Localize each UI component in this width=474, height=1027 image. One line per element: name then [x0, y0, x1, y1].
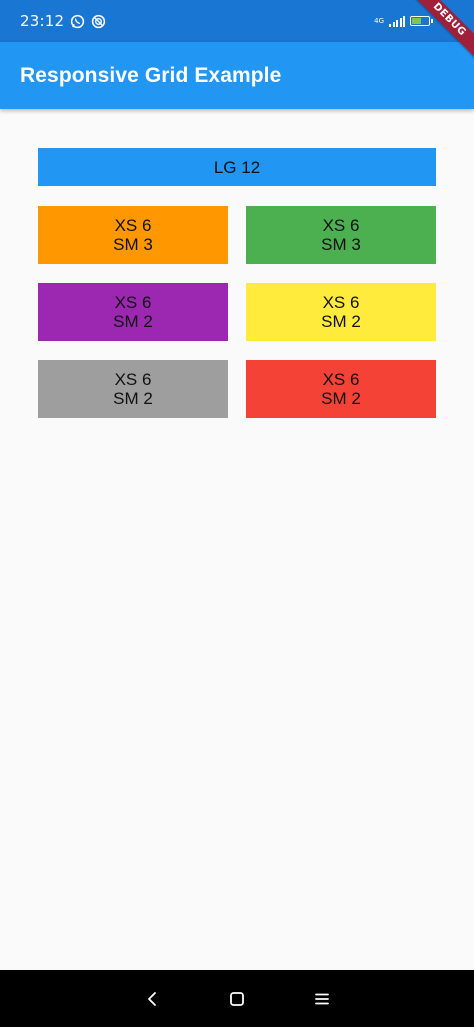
grid-cell-line1: XS 6 [114, 370, 152, 389]
network-type: 4G [374, 16, 384, 25]
page-title: Responsive Grid Example [20, 63, 282, 87]
grid-cell-lg12: LG 12 [38, 148, 436, 186]
grid-cell-line2: SM 2 [113, 312, 153, 331]
back-icon [148, 991, 157, 1006]
back-button[interactable] [140, 987, 164, 1011]
home-icon [230, 991, 244, 1006]
grid-cell-line2: SM 2 [321, 389, 361, 408]
grid-cell-line2: SM 2 [321, 312, 361, 331]
grid-cell: XS 6 SM 3 [246, 206, 436, 264]
grid-cell: XS 6 SM 2 [246, 360, 436, 418]
home-button[interactable] [225, 987, 249, 1011]
battery-level [412, 18, 421, 24]
grid-cell-label: LG 12 [213, 157, 261, 177]
menu-icon [314, 993, 329, 1004]
navigation-bar [0, 970, 474, 1027]
grid-cell-line2: SM 2 [113, 389, 153, 408]
signal-icon [389, 15, 405, 27]
whatsapp-icon [71, 14, 85, 28]
grid-cell-line1: XS 6 [114, 216, 152, 235]
grid-cell-line1: XS 6 [322, 216, 360, 235]
grid-cell-line1: XS 6 [322, 370, 360, 389]
app-bar: Responsive Grid Example [0, 42, 474, 109]
app-screen: 23:12 4G DEBUG Responsive Grid Example L… [0, 0, 474, 1027]
status-bar: 23:12 4G [0, 0, 474, 42]
grid-cell-line2: SM 3 [321, 235, 361, 254]
menu-button[interactable] [310, 987, 334, 1011]
sync-icon [92, 14, 106, 28]
status-time: 23:12 [20, 12, 65, 30]
grid-cell: XS 6 SM 3 [38, 206, 228, 264]
grid-cell: XS 6 SM 2 [246, 283, 436, 341]
grid-cell-line2: SM 3 [113, 235, 153, 254]
grid-cell: XS 6 SM 2 [38, 360, 228, 418]
battery-icon [410, 16, 433, 26]
grid-cell-line1: XS 6 [322, 293, 360, 312]
grid-cell: XS 6 SM 2 [38, 283, 228, 341]
status-left: 23:12 [20, 12, 106, 30]
grid-cell-line1: XS 6 [114, 293, 152, 312]
